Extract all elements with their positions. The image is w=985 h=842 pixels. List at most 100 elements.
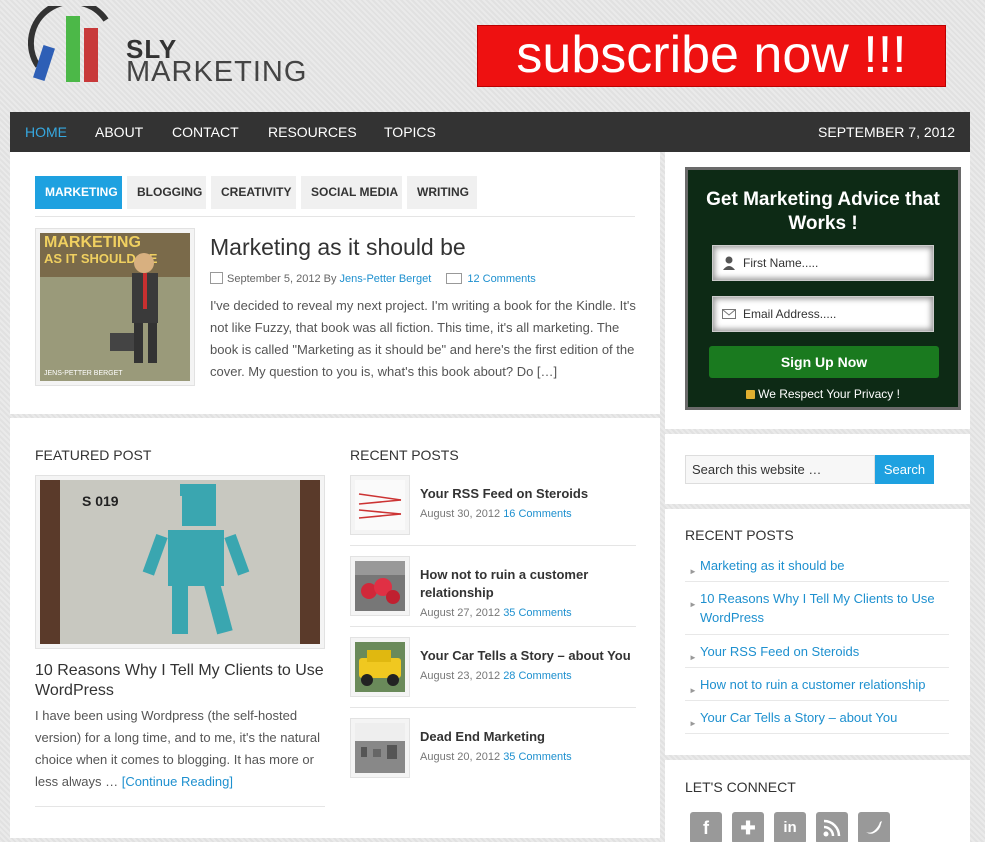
bullet-arrow-icon: ►: [689, 653, 697, 662]
flowers-image: [355, 561, 405, 611]
lead-post-title[interactable]: Marketing as it should be: [210, 234, 466, 261]
nav-date: SEPTEMBER 7, 2012: [818, 124, 955, 140]
featured-image: S 019: [40, 480, 320, 644]
email-field[interactable]: Email Address.....: [712, 296, 934, 332]
sidebar-recent-link[interactable]: Marketing as it should be: [700, 556, 845, 575]
lead-post-meta: September 5, 2012 By Jens-Petter Berget …: [210, 272, 536, 285]
bullet-arrow-icon: ►: [689, 600, 697, 609]
lock-icon: [746, 390, 756, 399]
recent-post-title[interactable]: Dead End Marketing: [420, 728, 645, 746]
sidebar-recent-link[interactable]: Your RSS Feed on Steroids: [700, 642, 859, 661]
sidebar-recent-link[interactable]: Your Car Tells a Story – about You: [700, 708, 897, 727]
comment-icon: [446, 273, 463, 284]
nav-resources[interactable]: RESOURCES: [268, 112, 357, 152]
sidebar-recent-item[interactable]: ► Your Car Tells a Story – about You: [685, 708, 949, 734]
sidebar-recent-item[interactable]: ► Marketing as it should be: [685, 556, 949, 582]
newsletter-optin-box: Get Marketing Advice that Works ! First …: [685, 167, 961, 410]
by-label: By: [323, 273, 337, 285]
site-wrapper: SLY MARKETING subscribe now !!! HOME ABO…: [10, 0, 970, 842]
recent-post-comments[interactable]: 35 Comments: [503, 751, 571, 763]
recent-post-thumbnail[interactable]: [350, 637, 410, 697]
nav-contact[interactable]: CONTACT: [172, 112, 239, 152]
recent-post-thumbnail[interactable]: [350, 718, 410, 778]
tab-creativity[interactable]: CREATIVITY: [211, 176, 296, 209]
rss-icon[interactable]: [816, 812, 848, 842]
home-bottom-panel: FEATURED POST S 019 10 Reasons Why I Tel…: [10, 418, 660, 838]
featured-thumbnail[interactable]: S 019: [35, 475, 325, 649]
envelope-icon: [722, 309, 736, 319]
nav-about[interactable]: ABOUT: [95, 112, 143, 152]
sidebar-recent-heading: RECENT POSTS: [685, 527, 794, 543]
recent-post-meta: August 23, 2012 28 Comments: [420, 670, 572, 682]
recent-post-comments[interactable]: 16 Comments: [503, 508, 571, 520]
sidebar-recent-item[interactable]: ► Your RSS Feed on Steroids: [685, 642, 949, 668]
recent-post-date: August 23, 2012: [420, 670, 501, 682]
tab-marketing[interactable]: MARKETING: [35, 176, 122, 209]
recent-post-meta: August 27, 2012 35 Comments: [420, 607, 572, 619]
search-input[interactable]: Search this website …: [685, 455, 875, 484]
bullet-arrow-icon: ►: [689, 686, 697, 695]
sidebar-recent-item[interactable]: ► How not to ruin a customer relationship: [685, 675, 949, 701]
recent-post-comments[interactable]: 28 Comments: [503, 670, 571, 682]
search-button[interactable]: Search: [875, 455, 934, 484]
continue-reading-link[interactable]: [Continue Reading]: [122, 774, 233, 789]
logo-text-marketing: MARKETING: [126, 56, 308, 88]
lead-post-panel: MARKETING BLOGGING CREATIVITY SOCIAL MED…: [10, 152, 660, 414]
sidebar-recent-item[interactable]: ► 10 Reasons Why I Tell My Clients to Use…: [685, 589, 949, 635]
recent-post-title[interactable]: How not to ruin a customer relationship: [420, 566, 645, 602]
google-plus-icon[interactable]: ✚: [732, 812, 764, 842]
recent-post-title[interactable]: Your RSS Feed on Steroids: [420, 485, 645, 503]
privacy-note: We Respect Your Privacy !: [688, 387, 958, 401]
first-name-placeholder: First Name.....: [743, 256, 819, 270]
sidebar-recent-link[interactable]: How not to ruin a customer relationship: [700, 675, 925, 694]
recent-post-date: August 30, 2012: [420, 508, 501, 520]
optin-title: Get Marketing Advice that Works !: [706, 189, 940, 234]
logo-bars-icon: [28, 6, 109, 82]
recent-post-thumbnail[interactable]: [350, 475, 410, 535]
recent-post-thumbnail[interactable]: [350, 556, 410, 616]
recent-post-meta: August 20, 2012 35 Comments: [420, 751, 572, 763]
nav-home[interactable]: HOME: [25, 112, 67, 152]
recent-posts-heading: RECENT POSTS: [350, 447, 459, 463]
twitter-icon[interactable]: [858, 812, 890, 842]
author-link[interactable]: Jens-Petter Berget: [340, 273, 432, 285]
lead-post-thumbnail[interactable]: MARKETING AS IT SHOULD BE JENS-PETTER BE…: [35, 228, 195, 386]
svg-text:S 019: S 019: [82, 493, 119, 509]
facebook-icon[interactable]: f: [690, 812, 722, 842]
calendar-icon: [210, 272, 223, 284]
site-logo[interactable]: SLY MARKETING: [28, 6, 318, 88]
comments-link[interactable]: 12 Comments: [467, 273, 535, 285]
recent-post-comments[interactable]: 35 Comments: [503, 607, 571, 619]
divider: [35, 806, 325, 807]
recent-post-meta: August 30, 2012 16 Comments: [420, 508, 572, 520]
sign-up-button[interactable]: Sign Up Now: [709, 346, 939, 378]
tab-blogging[interactable]: BLOGGING: [127, 176, 206, 209]
nav-topics[interactable]: TOPICS: [384, 112, 436, 152]
divider: [350, 626, 636, 627]
main-nav: HOME ABOUT CONTACT RESOURCES TOPICS SEPT…: [10, 112, 970, 152]
recent-post-date: August 20, 2012: [420, 751, 501, 763]
lead-post-excerpt: I've decided to reveal my next project. …: [210, 298, 636, 379]
subscribe-banner[interactable]: subscribe now !!!: [477, 25, 946, 87]
recent-post-title[interactable]: Your Car Tells a Story – about You: [420, 647, 645, 665]
bullet-arrow-icon: ►: [689, 719, 697, 728]
featured-title[interactable]: 10 Reasons Why I Tell My Clients to Use …: [35, 661, 325, 701]
book-cover-image: MARKETING AS IT SHOULD BE JENS-PETTER BE…: [40, 233, 190, 381]
privacy-text: We Respect Your Privacy !: [758, 387, 900, 401]
yellow-car-image: [355, 642, 405, 692]
divider: [35, 216, 635, 217]
featured-heading: FEATURED POST: [35, 447, 152, 463]
lead-post-date: September 5, 2012: [227, 273, 321, 285]
first-name-field[interactable]: First Name.....: [712, 245, 934, 281]
city-image: [355, 723, 405, 773]
sidebar-recent-link[interactable]: 10 Reasons Why I Tell My Clients to Use …: [700, 589, 945, 627]
linkedin-icon[interactable]: in: [774, 812, 806, 842]
bullet-arrow-icon: ►: [689, 567, 697, 576]
tab-writing[interactable]: WRITING: [407, 176, 477, 209]
connect-heading: LET'S CONNECT: [685, 779, 796, 795]
tab-social-media[interactable]: SOCIAL MEDIA: [301, 176, 402, 209]
svg-text:MARKETING: MARKETING: [44, 234, 141, 251]
user-icon: [723, 256, 735, 270]
divider: [350, 707, 636, 708]
svg-text:JENS-PETTER BERGET: JENS-PETTER BERGET: [44, 370, 123, 377]
